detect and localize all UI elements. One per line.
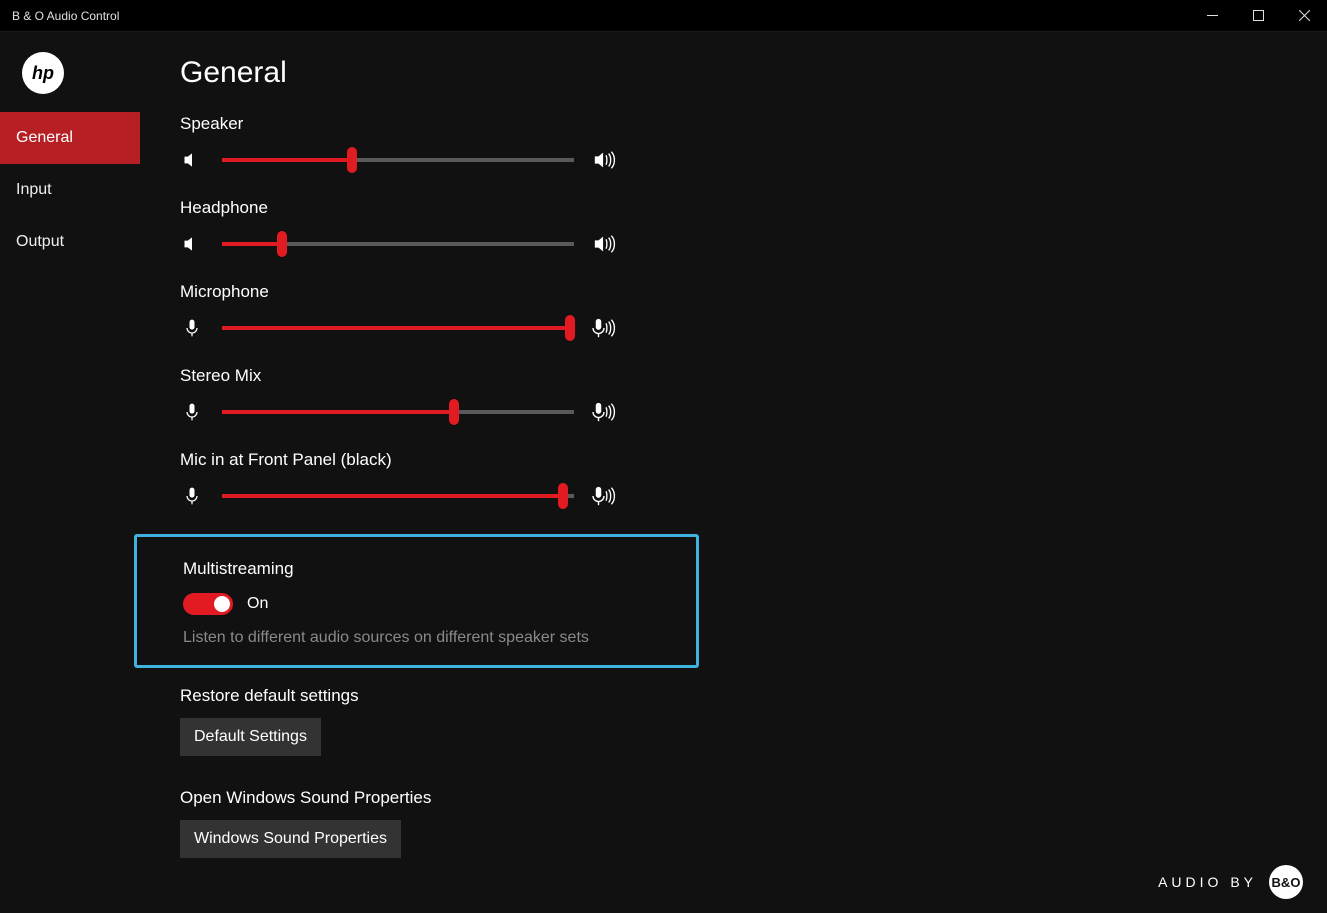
- slider-row: [180, 148, 1307, 172]
- slider-fill: [222, 494, 563, 498]
- slider-thumb[interactable]: [277, 231, 287, 257]
- default-settings-button[interactable]: Default Settings: [180, 718, 321, 756]
- slider-thumb[interactable]: [449, 399, 459, 425]
- slider-thumb[interactable]: [347, 147, 357, 173]
- slider-label: Headphone: [180, 198, 1307, 218]
- slider-row: [180, 232, 1307, 256]
- mic-wave-icon: [592, 316, 616, 340]
- speaker-low-icon: [180, 232, 204, 256]
- slider-fill: [222, 326, 570, 330]
- multistreaming-toggle-row: On: [183, 593, 676, 615]
- slider-block: Speaker: [180, 114, 1307, 172]
- speaker-high-icon: [592, 148, 616, 172]
- hp-logo-text: hp: [32, 63, 54, 84]
- sidebar-item-input[interactable]: Input: [0, 164, 140, 216]
- volume-slider[interactable]: [222, 242, 574, 246]
- restore-title: Restore default settings: [180, 686, 1307, 706]
- hp-logo-icon: hp: [22, 52, 64, 94]
- sound-props-title: Open Windows Sound Properties: [180, 788, 1307, 808]
- multistreaming-section: Multistreaming On Listen to different au…: [134, 534, 699, 668]
- slider-fill: [222, 410, 454, 414]
- bang-olufsen-logo-icon: B&O: [1269, 865, 1303, 899]
- window-title: B & O Audio Control: [0, 9, 119, 23]
- sidebar: hp General Input Output: [0, 32, 140, 913]
- multistreaming-title: Multistreaming: [183, 559, 676, 579]
- bo-logo-text: B&O: [1272, 875, 1301, 890]
- toggle-knob-icon: [214, 596, 230, 612]
- sidebar-item-label: General: [16, 129, 73, 147]
- audio-by-label: AUDIO BY: [1158, 874, 1257, 890]
- page-title: General: [180, 56, 1307, 90]
- multistreaming-description: Listen to different audio sources on dif…: [183, 629, 676, 647]
- speaker-high-icon: [592, 232, 616, 256]
- close-button[interactable]: [1281, 0, 1327, 31]
- mic-wave-icon: [592, 484, 616, 508]
- speaker-low-icon: [180, 148, 204, 172]
- slider-fill: [222, 158, 352, 162]
- title-bar: B & O Audio Control: [0, 0, 1327, 32]
- slider-row: [180, 484, 1307, 508]
- slider-label: Mic in at Front Panel (black): [180, 450, 1307, 470]
- slider-label: Speaker: [180, 114, 1307, 134]
- slider-block: Mic in at Front Panel (black): [180, 450, 1307, 508]
- sidebar-item-output[interactable]: Output: [0, 216, 140, 268]
- volume-slider[interactable]: [222, 410, 574, 414]
- mic-icon: [180, 484, 204, 508]
- minimize-button[interactable]: [1189, 0, 1235, 31]
- mic-icon: [180, 400, 204, 424]
- app-body: hp General Input Output General Speaker: [0, 32, 1327, 913]
- multistreaming-state: On: [247, 595, 268, 613]
- footer-brand: AUDIO BY B&O: [1158, 865, 1303, 899]
- slider-thumb[interactable]: [558, 483, 568, 509]
- slider-fill: [222, 242, 282, 246]
- slider-block: Stereo Mix: [180, 366, 1307, 424]
- slider-row: [180, 400, 1307, 424]
- slider-block: Headphone: [180, 198, 1307, 256]
- slider-block: Microphone: [180, 282, 1307, 340]
- mic-wave-icon: [592, 400, 616, 424]
- maximize-button[interactable]: [1235, 0, 1281, 31]
- slider-thumb[interactable]: [565, 315, 575, 341]
- sidebar-item-label: Output: [16, 233, 64, 251]
- slider-row: [180, 316, 1307, 340]
- main-panel: General Speaker Headphone: [140, 32, 1327, 913]
- window-controls: [1189, 0, 1327, 31]
- sidebar-item-label: Input: [16, 181, 52, 199]
- sidebar-item-general[interactable]: General: [0, 112, 140, 164]
- volume-slider[interactable]: [222, 158, 574, 162]
- volume-slider[interactable]: [222, 326, 574, 330]
- slider-label: Microphone: [180, 282, 1307, 302]
- multistreaming-toggle[interactable]: [183, 593, 233, 615]
- mic-icon: [180, 316, 204, 340]
- volume-slider[interactable]: [222, 494, 574, 498]
- slider-label: Stereo Mix: [180, 366, 1307, 386]
- windows-sound-properties-button[interactable]: Windows Sound Properties: [180, 820, 401, 858]
